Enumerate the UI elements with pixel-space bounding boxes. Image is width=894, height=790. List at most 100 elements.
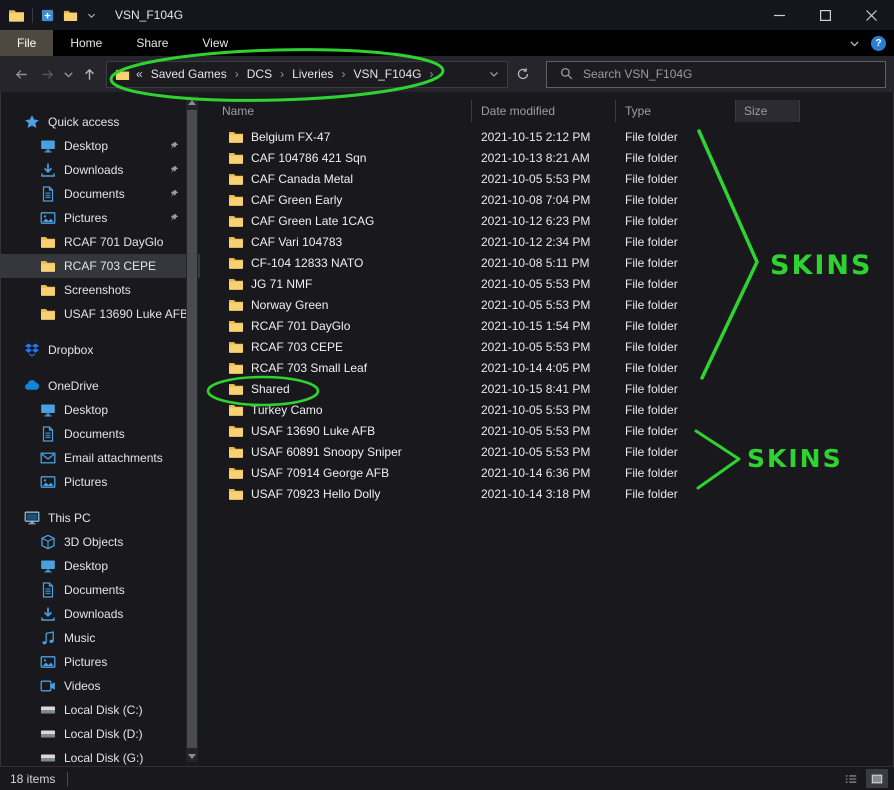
sidebar-item-documents[interactable]: Documents: [0, 578, 200, 602]
tab-view[interactable]: View: [185, 30, 245, 56]
file-name-cell: CAF Canada Metal: [200, 171, 472, 187]
forward-button[interactable]: [34, 61, 60, 87]
minimize-button[interactable]: [756, 0, 802, 30]
breadcrumb-segment-liveries[interactable]: Liveries: [290, 67, 335, 81]
thumbnail-view-icon[interactable]: [866, 769, 888, 788]
file-row-shared[interactable]: Shared2021-10-15 8:41 PMFile folder: [200, 378, 894, 399]
sidebar-item-dropbox[interactable]: Dropbox: [0, 338, 200, 362]
sidebar-item-label: RCAF 703 CEPE: [64, 259, 156, 273]
file-row-usaf-70923-hello-dolly[interactable]: USAF 70923 Hello Dolly2021-10-14 3:18 PM…: [200, 483, 894, 504]
sidebar-scrollbar[interactable]: [186, 96, 198, 762]
address-bar[interactable]: « Saved Games›DCS›Liveries›VSN_F104G›: [106, 61, 508, 88]
file-name-cell: USAF 70923 Hello Dolly: [200, 486, 472, 502]
file-row-jg-71-nmf[interactable]: JG 71 NMF2021-10-05 5:53 PMFile folder: [200, 273, 894, 294]
breadcrumb-segment-dcs[interactable]: DCS: [245, 67, 274, 81]
file-row-caf-canada-metal[interactable]: CAF Canada Metal2021-10-05 5:53 PMFile f…: [200, 168, 894, 189]
address-dropdown-chevron-icon[interactable]: [487, 67, 501, 81]
qat-new-folder-icon[interactable]: [63, 8, 78, 23]
file-row-rcaf-703-small-leaf[interactable]: RCAF 703 Small Leaf2021-10-14 4:05 PMFil…: [200, 357, 894, 378]
folder-icon: [228, 297, 244, 313]
sidebar-item-label: OneDrive: [48, 379, 99, 393]
file-row-caf-green-late-1cag[interactable]: CAF Green Late 1CAG2021-10-12 6:23 PMFil…: [200, 210, 894, 231]
sidebar-item-music[interactable]: Music: [0, 626, 200, 650]
sidebar-item-screenshots[interactable]: Screenshots: [0, 278, 200, 302]
sidebar-item-usaf-13690-luke-afb[interactable]: USAF 13690 Luke AFB: [0, 302, 200, 326]
details-view-icon[interactable]: [840, 769, 862, 788]
breadcrumb-segment-saved-games[interactable]: Saved Games: [149, 67, 229, 81]
file-row-rcaf-703-cepe[interactable]: RCAF 703 CEPE2021-10-05 5:53 PMFile fold…: [200, 336, 894, 357]
sidebar-item-pictures[interactable]: Pictures: [0, 470, 200, 494]
tab-home[interactable]: Home: [53, 30, 119, 56]
back-button[interactable]: [8, 61, 34, 87]
folder-icon: [40, 234, 56, 250]
folder-icon: [228, 339, 244, 355]
column-header-size[interactable]: Size: [736, 100, 800, 122]
tab-file[interactable]: File: [0, 30, 53, 56]
sidebar-item-desktop[interactable]: Desktop: [0, 398, 200, 422]
sidebar-item-rcaf-703-cepe[interactable]: RCAF 703 CEPE: [0, 254, 200, 278]
sidebar-item-downloads[interactable]: Downloads: [0, 158, 200, 182]
file-row-belgium-fx-47[interactable]: Belgium FX-472021-10-15 2:12 PMFile fold…: [200, 126, 894, 147]
sidebar-item-local-disk-d[interactable]: Local Disk (D:): [0, 722, 200, 746]
sidebar-item-rcaf-701-dayglo[interactable]: RCAF 701 DayGlo: [0, 230, 200, 254]
sidebar-item-desktop[interactable]: Desktop: [0, 134, 200, 158]
sidebar-item-videos[interactable]: Videos: [0, 674, 200, 698]
sidebar-item-documents[interactable]: Documents: [0, 182, 200, 206]
maximize-button[interactable]: [802, 0, 848, 30]
file-row-rcaf-701-dayglo[interactable]: RCAF 701 DayGlo2021-10-15 1:54 PMFile fo…: [200, 315, 894, 336]
breadcrumb-overflow[interactable]: «: [136, 67, 143, 81]
breadcrumb-chevron-icon[interactable]: ›: [229, 67, 245, 81]
file-row-usaf-60891-snoopy-sniper[interactable]: USAF 60891 Snoopy Sniper2021-10-05 5:53 …: [200, 441, 894, 462]
file-row-turkey-camo[interactable]: Turkey Camo2021-10-05 5:53 PMFile folder: [200, 399, 894, 420]
sidebar-item-documents[interactable]: Documents: [0, 422, 200, 446]
scrollbar-thumb[interactable]: [187, 110, 197, 748]
address-toolbar: « Saved Games›DCS›Liveries›VSN_F104G›: [0, 56, 894, 92]
tab-share[interactable]: Share: [119, 30, 185, 56]
file-row-cf-104-12833-nato[interactable]: CF-104 12833 NATO2021-10-08 5:11 PMFile …: [200, 252, 894, 273]
file-date-modified: 2021-10-13 8:21 AM: [472, 151, 616, 165]
status-bar: 18 items: [0, 766, 894, 790]
sidebar-item-label: Local Disk (D:): [64, 727, 143, 741]
file-date-modified: 2021-10-05 5:53 PM: [472, 340, 616, 354]
file-row-caf-vari-104783[interactable]: CAF Vari 1047832021-10-12 2:34 PMFile fo…: [200, 231, 894, 252]
column-header-name[interactable]: Name: [200, 100, 472, 122]
sidebar-item-desktop[interactable]: Desktop: [0, 554, 200, 578]
breadcrumb-chevron-icon[interactable]: ›: [335, 67, 351, 81]
sidebar-item-local-disk-c[interactable]: Local Disk (C:): [0, 698, 200, 722]
up-button[interactable]: [76, 61, 102, 87]
cube-icon: [40, 534, 56, 550]
ribbon-expand-chevron-icon[interactable]: [848, 37, 861, 50]
qat-chevron-down-icon[interactable]: [86, 10, 97, 21]
sidebar-item-this-pc[interactable]: This PC: [0, 506, 200, 530]
computer-icon: [24, 510, 40, 526]
file-row-norway-green[interactable]: Norway Green2021-10-05 5:53 PMFile folde…: [200, 294, 894, 315]
desktop-icon: [40, 402, 56, 418]
breadcrumb-segment-vsn-f104g[interactable]: VSN_F104G: [351, 67, 423, 81]
refresh-button[interactable]: [510, 61, 536, 87]
column-header-type[interactable]: Type: [616, 100, 736, 122]
close-button[interactable]: [848, 0, 894, 30]
file-row-caf-104786-421-sqn[interactable]: CAF 104786 421 Sqn2021-10-13 8:21 AMFile…: [200, 147, 894, 168]
sidebar-item-email-attachments[interactable]: Email attachments: [0, 446, 200, 470]
sidebar-item-quick-access[interactable]: Quick access: [0, 110, 200, 134]
sidebar-item-onedrive[interactable]: OneDrive: [0, 374, 200, 398]
column-header-date-modified[interactable]: Date modified: [472, 100, 616, 122]
scroll-up-icon[interactable]: [186, 96, 198, 108]
pin-icon: [168, 140, 180, 152]
breadcrumb-chevron-icon[interactable]: ›: [423, 67, 439, 81]
search-input[interactable]: [547, 61, 885, 88]
sidebar-item-pictures[interactable]: Pictures: [0, 650, 200, 674]
file-row-caf-green-early[interactable]: CAF Green Early2021-10-08 7:04 PMFile fo…: [200, 189, 894, 210]
file-row-usaf-13690-luke-afb[interactable]: USAF 13690 Luke AFB2021-10-05 5:53 PMFil…: [200, 420, 894, 441]
document-icon: [40, 426, 56, 442]
sidebar-item-3d-objects[interactable]: 3D Objects: [0, 530, 200, 554]
qat-properties-icon[interactable]: [40, 8, 55, 23]
file-row-usaf-70914-george-afb[interactable]: USAF 70914 George AFB2021-10-14 6:36 PMF…: [200, 462, 894, 483]
scroll-down-icon[interactable]: [186, 750, 198, 762]
desktop-icon: [40, 138, 56, 154]
recent-locations-chevron-icon[interactable]: [60, 61, 76, 87]
breadcrumb-chevron-icon[interactable]: ›: [274, 67, 290, 81]
help-icon[interactable]: ?: [871, 36, 886, 51]
sidebar-item-pictures[interactable]: Pictures: [0, 206, 200, 230]
sidebar-item-downloads[interactable]: Downloads: [0, 602, 200, 626]
